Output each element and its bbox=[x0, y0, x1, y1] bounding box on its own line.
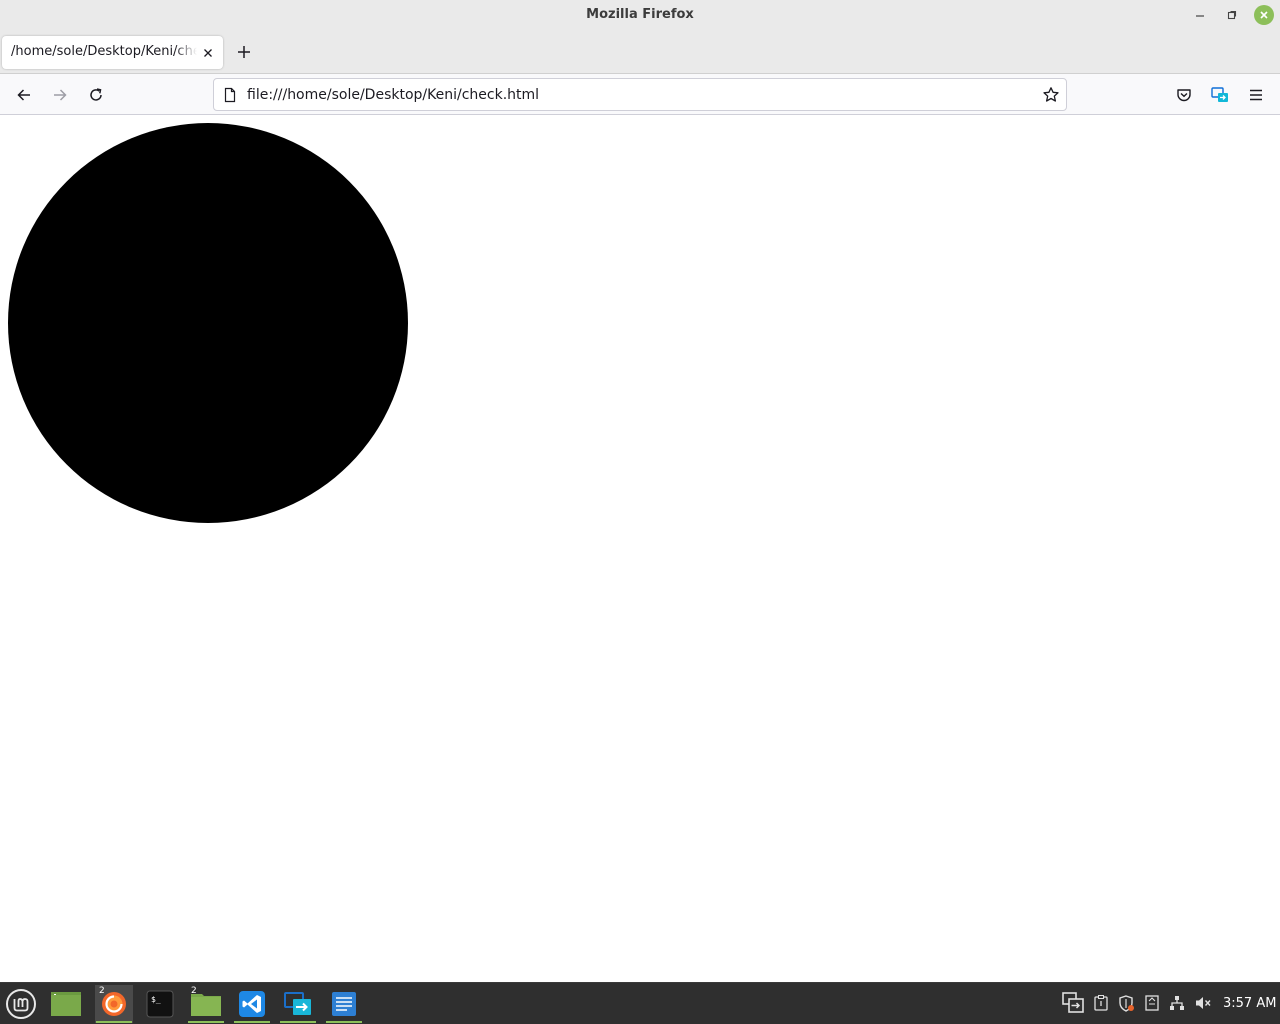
update-manager-button[interactable] bbox=[1117, 994, 1135, 1012]
terminal-icon: $_ bbox=[146, 990, 174, 1018]
maximize-icon bbox=[1227, 10, 1237, 20]
mint-menu-icon bbox=[6, 989, 36, 1019]
close-icon bbox=[1260, 11, 1268, 19]
window-titlebar: Mozilla Firefox bbox=[0, 0, 1280, 30]
tab-strip: /home/sole/Desktop/Keni/check.html bbox=[0, 30, 1280, 74]
send-tab-button[interactable] bbox=[1208, 83, 1232, 107]
forward-button[interactable] bbox=[48, 83, 72, 107]
notes-button[interactable] bbox=[1143, 994, 1161, 1012]
terminal-glyph: $_ bbox=[151, 995, 161, 1004]
reload-icon bbox=[90, 88, 102, 101]
show-desktop-button[interactable] bbox=[47, 985, 85, 1023]
text-editor-icon bbox=[332, 992, 356, 1016]
tab-label: /home/sole/Desktop/Keni/check.html bbox=[11, 44, 197, 59]
active-indicator bbox=[280, 1021, 316, 1023]
navigation-toolbar: file:///home/sole/Desktop/Keni/check.htm… bbox=[0, 74, 1280, 115]
reload-button[interactable] bbox=[84, 83, 108, 107]
show-desktop-icon bbox=[51, 992, 81, 1016]
window-title: Mozilla Firefox bbox=[586, 7, 694, 22]
pocket-icon bbox=[1177, 89, 1191, 102]
notes-icon bbox=[1145, 995, 1159, 1011]
send-tab-icon bbox=[1211, 87, 1228, 102]
remote-tray-button[interactable] bbox=[1062, 991, 1084, 1015]
active-indicator bbox=[96, 1021, 132, 1023]
close-icon bbox=[204, 49, 212, 57]
window-count-badge: 2 bbox=[191, 986, 197, 996]
close-button[interactable] bbox=[1254, 5, 1274, 25]
back-arrow-icon bbox=[17, 89, 30, 101]
taskbar-firefox[interactable]: 2 bbox=[95, 985, 133, 1023]
bookmark-star-icon[interactable] bbox=[1042, 86, 1060, 104]
taskbar: 2 $_ 2 3:57 AM bbox=[0, 982, 1280, 1024]
active-indicator bbox=[234, 1021, 270, 1023]
pocket-button[interactable] bbox=[1172, 83, 1196, 107]
vscode-icon bbox=[239, 991, 265, 1017]
minimize-icon bbox=[1196, 15, 1204, 17]
tab-close-button[interactable] bbox=[199, 44, 217, 62]
active-indicator bbox=[188, 1021, 224, 1023]
url-bar[interactable]: file:///home/sole/Desktop/Keni/check.htm… bbox=[213, 78, 1067, 111]
clock[interactable]: 3:57 AM bbox=[1223, 996, 1276, 1011]
firefox-icon bbox=[102, 992, 126, 1016]
new-tab-button[interactable] bbox=[233, 41, 255, 63]
remote-desktop-icon bbox=[284, 992, 311, 1015]
shield-update-icon bbox=[1119, 994, 1134, 1012]
taskbar-text-editor[interactable] bbox=[325, 985, 363, 1023]
clipboard-icon bbox=[1094, 995, 1108, 1011]
mint-menu-button[interactable] bbox=[2, 985, 40, 1023]
minimize-button[interactable] bbox=[1190, 5, 1210, 25]
url-text[interactable]: file:///home/sole/Desktop/Keni/check.htm… bbox=[247, 87, 539, 103]
taskbar-file-manager[interactable]: 2 bbox=[187, 985, 225, 1023]
active-indicator bbox=[326, 1021, 362, 1023]
taskbar-terminal[interactable]: $_ bbox=[141, 985, 179, 1023]
menu-icon bbox=[1250, 89, 1262, 101]
app-menu-button[interactable] bbox=[1244, 83, 1268, 107]
window-count-badge: 2 bbox=[99, 986, 105, 996]
taskbar-vscode[interactable] bbox=[233, 985, 271, 1023]
volume-button[interactable] bbox=[1194, 994, 1212, 1012]
forward-arrow-icon bbox=[54, 89, 67, 101]
tab-check-html[interactable]: /home/sole/Desktop/Keni/check.html bbox=[2, 36, 223, 69]
network-icon bbox=[1170, 996, 1184, 1010]
clipboard-button[interactable] bbox=[1092, 994, 1110, 1012]
page-icon bbox=[224, 87, 236, 103]
plus-icon bbox=[238, 46, 250, 58]
black-circle bbox=[8, 123, 408, 523]
back-button[interactable] bbox=[12, 83, 36, 107]
page-content bbox=[0, 115, 1280, 982]
network-button[interactable] bbox=[1168, 994, 1186, 1012]
remote-tray-icon bbox=[1062, 992, 1084, 1013]
volume-muted-icon bbox=[1195, 997, 1211, 1009]
maximize-button[interactable] bbox=[1222, 5, 1242, 25]
taskbar-remote-desktop[interactable] bbox=[279, 985, 317, 1023]
